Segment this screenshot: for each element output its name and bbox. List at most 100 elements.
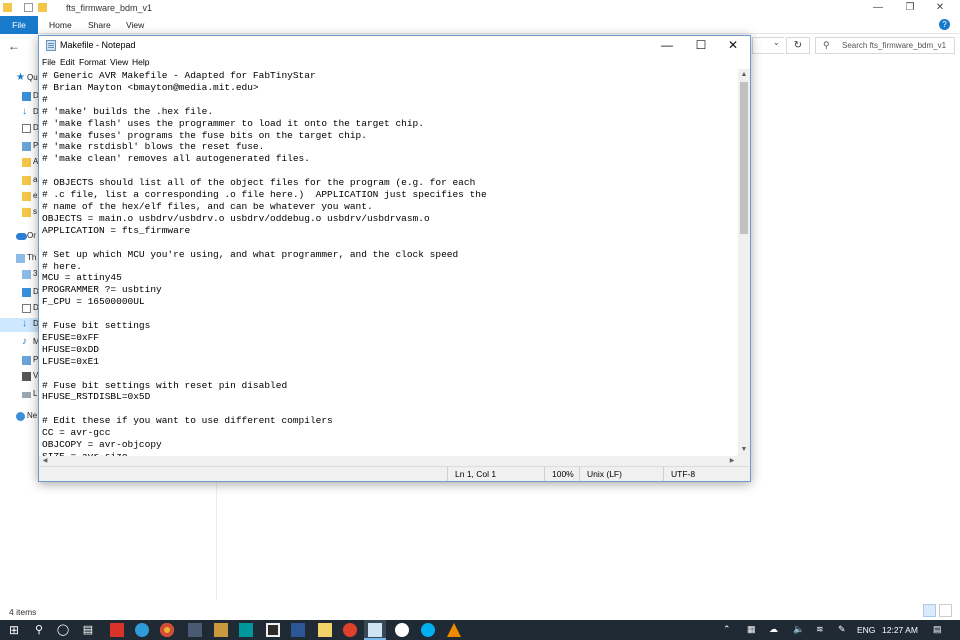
nav-folder-a[interactable]: A xyxy=(14,156,40,170)
notepad-icon[interactable] xyxy=(368,623,382,637)
app-icon[interactable] xyxy=(395,623,409,637)
large-icons-view-icon[interactable] xyxy=(939,604,952,617)
notepad-statusbar: Ln 1, Col 1 100% Unix (LF) UTF-8 xyxy=(39,466,750,481)
nav-downloads[interactable]: ↓ D xyxy=(14,106,40,120)
details-view-icon[interactable] xyxy=(923,604,936,617)
nav-pictures[interactable]: P xyxy=(14,140,40,154)
network-icon xyxy=(16,412,25,421)
cursor-position: Ln 1, Col 1 xyxy=(447,467,544,481)
notepad-titlebar[interactable]: Makefile - Notepad — ☐ ✕ xyxy=(39,36,750,56)
minimize-button[interactable]: — xyxy=(863,0,893,16)
menu-edit[interactable]: Edit xyxy=(60,56,75,69)
app-icon[interactable] xyxy=(214,623,228,637)
search-input[interactable]: ⚲ Search fts_firmware_bdm_v1 xyxy=(815,37,955,54)
nav-onedrive[interactable]: Or xyxy=(8,230,36,244)
paint-icon[interactable] xyxy=(318,623,332,637)
menu-format[interactable]: Format xyxy=(79,56,106,69)
tray-chevron-icon[interactable]: ⌃ xyxy=(723,624,731,635)
minimize-button[interactable]: — xyxy=(650,36,684,56)
notifications-icon[interactable]: ▤ xyxy=(933,624,942,635)
edge-icon[interactable] xyxy=(135,623,149,637)
back-arrow-icon[interactable]: ← xyxy=(8,39,20,53)
resize-grip[interactable] xyxy=(738,456,750,466)
file-content[interactable]: # Generic AVR Makefile - Adapted for Fab… xyxy=(42,70,487,456)
tab-file[interactable]: File xyxy=(0,16,38,34)
search-icon[interactable]: ⚲ xyxy=(31,622,47,638)
chevron-down-icon[interactable]: ⌄ xyxy=(773,38,780,47)
volume-icon[interactable]: 🔈 xyxy=(793,624,804,635)
nav-music[interactable]: ♪ M xyxy=(14,336,40,350)
nav-documents-pc[interactable]: D xyxy=(14,302,40,316)
pane-divider xyxy=(216,480,217,600)
skype-icon[interactable] xyxy=(421,623,435,637)
folder-icon xyxy=(3,3,12,12)
close-button[interactable]: ✕ xyxy=(716,36,750,56)
nav-label: L xyxy=(33,389,38,398)
menu-help[interactable]: Help xyxy=(132,56,149,69)
download-icon: ↓ xyxy=(22,106,27,117)
language-indicator[interactable]: ENG xyxy=(857,625,875,635)
nav-downloads-pc[interactable]: ↓ D xyxy=(0,318,39,332)
tab-share[interactable]: Share xyxy=(88,16,111,34)
scrollbar-thumb[interactable] xyxy=(740,82,748,234)
clock[interactable]: 12:27 AM xyxy=(882,625,918,635)
app-icon[interactable] xyxy=(343,623,357,637)
properties-icon[interactable] xyxy=(24,3,33,12)
nav-label: e xyxy=(33,191,38,200)
documents-icon xyxy=(22,124,31,133)
pen-icon[interactable]: ✎ xyxy=(838,624,846,635)
restore-button[interactable]: ❐ xyxy=(895,0,925,16)
search-icon: ⚲ xyxy=(823,40,830,50)
nav-desktop-pc[interactable]: D xyxy=(14,286,40,300)
folder-icon xyxy=(22,192,31,201)
onedrive-icon[interactable]: ☁ xyxy=(769,624,778,635)
nav-local-disk[interactable]: L xyxy=(14,388,40,402)
scroll-up-icon[interactable]: ▲ xyxy=(738,69,750,81)
notepad-window: Makefile - Notepad — ☐ ✕ File Edit Forma… xyxy=(38,35,751,482)
chrome-icon[interactable] xyxy=(160,623,174,637)
text-editor[interactable]: # Generic AVR Makefile - Adapted for Fab… xyxy=(39,69,738,456)
tab-view[interactable]: View xyxy=(126,16,144,34)
tab-home[interactable]: Home xyxy=(49,16,72,34)
horizontal-scrollbar[interactable]: ◀ ▶ xyxy=(39,456,738,466)
nav-quick-access[interactable]: ★ Qu xyxy=(8,72,38,86)
nav-this-pc[interactable]: Th xyxy=(8,252,37,266)
nav-folder-s[interactable]: s xyxy=(14,206,40,220)
videos-icon xyxy=(22,372,31,381)
help-icon[interactable]: ? xyxy=(939,19,950,30)
nav-desktop[interactable]: D xyxy=(14,90,40,104)
wifi-icon[interactable]: ≋ xyxy=(816,624,824,635)
refresh-button[interactable]: ↻ xyxy=(786,37,810,54)
tray-app-icon[interactable]: ▦ xyxy=(747,624,756,635)
nav-documents[interactable]: D xyxy=(14,122,40,136)
word-icon[interactable] xyxy=(291,623,305,637)
nav-folder-a2[interactable]: a xyxy=(14,174,40,188)
start-windows-icon[interactable]: ⊞ xyxy=(6,622,22,638)
scroll-down-icon[interactable]: ▼ xyxy=(738,444,750,456)
app-icon[interactable] xyxy=(188,623,202,637)
maximize-button[interactable]: ☐ xyxy=(684,36,718,56)
nav-pictures-pc[interactable]: P xyxy=(14,354,40,368)
nav-network[interactable]: Ne xyxy=(8,410,37,424)
pictures-icon xyxy=(22,142,31,151)
acrobat-icon[interactable] xyxy=(110,623,124,637)
drive-icon xyxy=(22,392,31,398)
scroll-right-icon[interactable]: ▶ xyxy=(726,456,738,466)
inkscape-icon[interactable] xyxy=(266,623,280,637)
nav-label: Th xyxy=(27,253,37,262)
view-toggle xyxy=(920,604,952,619)
new-folder-icon[interactable] xyxy=(38,3,47,12)
nav-folder-e[interactable]: e xyxy=(14,190,40,204)
menu-file[interactable]: File xyxy=(42,56,56,69)
nav-videos[interactable]: V xyxy=(14,370,40,384)
vertical-scrollbar[interactable]: ▲ ▼ xyxy=(738,69,750,456)
refresh-icon: ↻ xyxy=(793,40,803,51)
menu-view[interactable]: View xyxy=(110,56,128,69)
scroll-left-icon[interactable]: ◀ xyxy=(39,456,51,466)
nav-3d-objects[interactable]: 3 xyxy=(14,268,40,282)
cortana-icon[interactable]: ◯ xyxy=(55,622,71,638)
arduino-icon[interactable] xyxy=(239,623,253,637)
vlc-icon[interactable] xyxy=(447,623,461,637)
close-button[interactable]: ✕ xyxy=(925,0,955,16)
task-view-icon[interactable]: ▤ xyxy=(80,622,96,638)
